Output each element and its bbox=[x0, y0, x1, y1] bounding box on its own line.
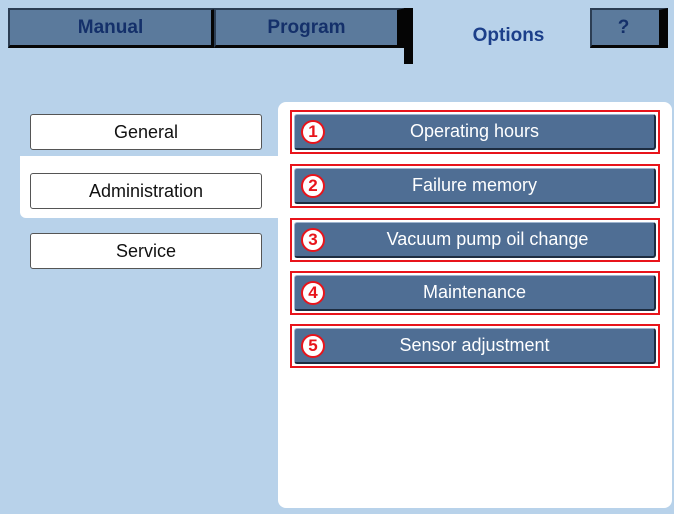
service-item-label: Vacuum pump oil change bbox=[386, 229, 589, 249]
service-item-vacuum-pump-oil-change: 3 Vacuum pump oil change bbox=[290, 218, 660, 262]
service-item-sensor-adjustment: 5 Sensor adjustment bbox=[290, 324, 660, 368]
category-general-button[interactable]: General bbox=[30, 114, 262, 150]
service-item-failure-memory: 2 Failure memory bbox=[290, 164, 660, 208]
operating-hours-button[interactable]: 1 Operating hours bbox=[294, 114, 656, 150]
category-service-button[interactable]: Service bbox=[30, 233, 262, 269]
service-item-label: Failure memory bbox=[411, 175, 538, 195]
service-item-maintenance: 4 Maintenance bbox=[290, 271, 660, 315]
sensor-adjustment-button[interactable]: 5 Sensor adjustment bbox=[294, 328, 656, 364]
service-item-label: Maintenance bbox=[422, 282, 527, 302]
callout-number-badge: 4 bbox=[301, 280, 325, 305]
options-screen: Manual Program Options ? General Adminis… bbox=[0, 0, 674, 514]
callout-number-badge: 1 bbox=[301, 119, 325, 144]
service-item-label: Operating hours bbox=[409, 121, 540, 141]
category-administration-button[interactable]: Administration bbox=[30, 173, 262, 209]
tab-program[interactable]: Program bbox=[214, 8, 406, 48]
vacuum-pump-oil-change-button[interactable]: 3 Vacuum pump oil change bbox=[294, 222, 656, 258]
tab-bar: Manual Program Options ? bbox=[0, 0, 674, 64]
maintenance-button[interactable]: 4 Maintenance bbox=[294, 275, 656, 311]
callout-number-badge: 3 bbox=[301, 227, 325, 252]
tab-manual[interactable]: Manual bbox=[8, 8, 220, 48]
service-item-operating-hours: 1 Operating hours bbox=[290, 110, 660, 154]
failure-memory-button[interactable]: 2 Failure memory bbox=[294, 168, 656, 204]
service-item-label: Sensor adjustment bbox=[399, 335, 550, 355]
callout-number-badge: 2 bbox=[301, 173, 325, 198]
callout-number-badge: 5 bbox=[301, 333, 325, 358]
tab-help[interactable]: ? bbox=[590, 8, 668, 48]
tab-options[interactable]: Options bbox=[404, 8, 590, 64]
